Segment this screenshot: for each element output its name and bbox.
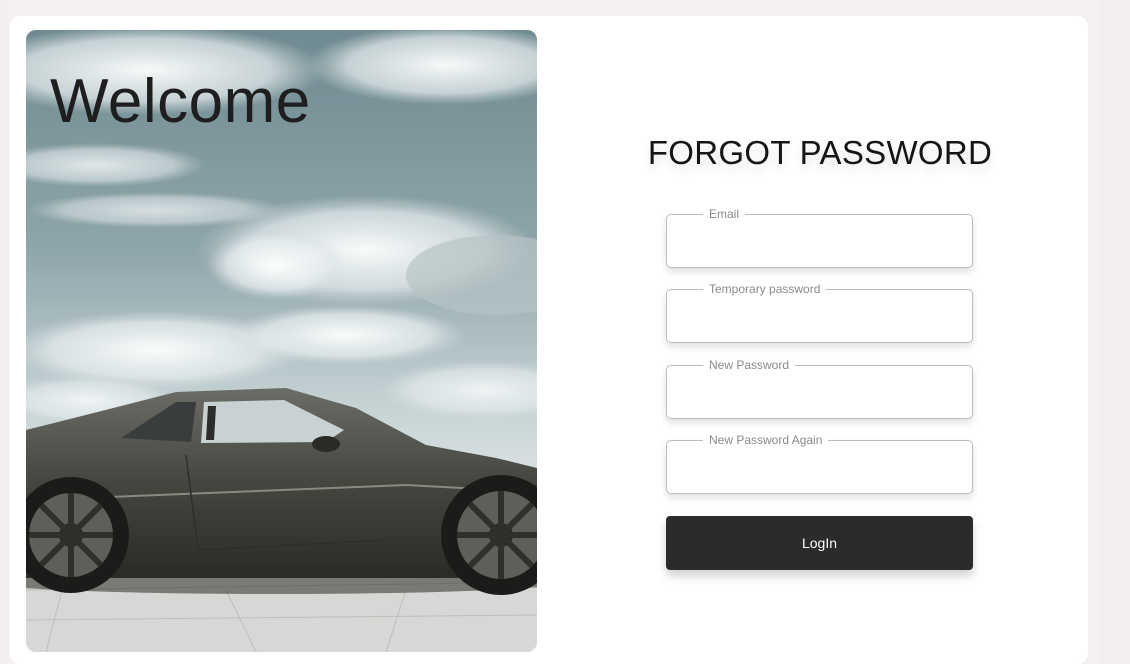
email-field[interactable]: Email: [666, 207, 973, 268]
welcome-heading: Welcome: [50, 67, 311, 136]
temporary-password-input[interactable]: [677, 304, 962, 332]
page-title: FORGOT PASSWORD: [647, 134, 993, 171]
new-password-again-field-label: New Password Again: [703, 433, 829, 447]
temporary-password-field[interactable]: Temporary password: [666, 282, 973, 343]
email-field-label: Email: [703, 207, 746, 221]
new-password-field[interactable]: New Password: [666, 358, 973, 419]
new-password-again-field[interactable]: New Password Again: [666, 433, 973, 494]
new-password-field-label: New Password: [703, 358, 796, 372]
email-input[interactable]: [677, 229, 962, 257]
new-password-input[interactable]: [677, 380, 962, 408]
right-margin: [1100, 0, 1130, 662]
temporary-password-field-label: Temporary password: [703, 282, 827, 296]
new-password-again-input[interactable]: [677, 455, 962, 483]
hero-image: Welcome: [26, 30, 537, 652]
left-margin: [0, 0, 8, 662]
login-button[interactable]: LogIn: [666, 516, 973, 570]
